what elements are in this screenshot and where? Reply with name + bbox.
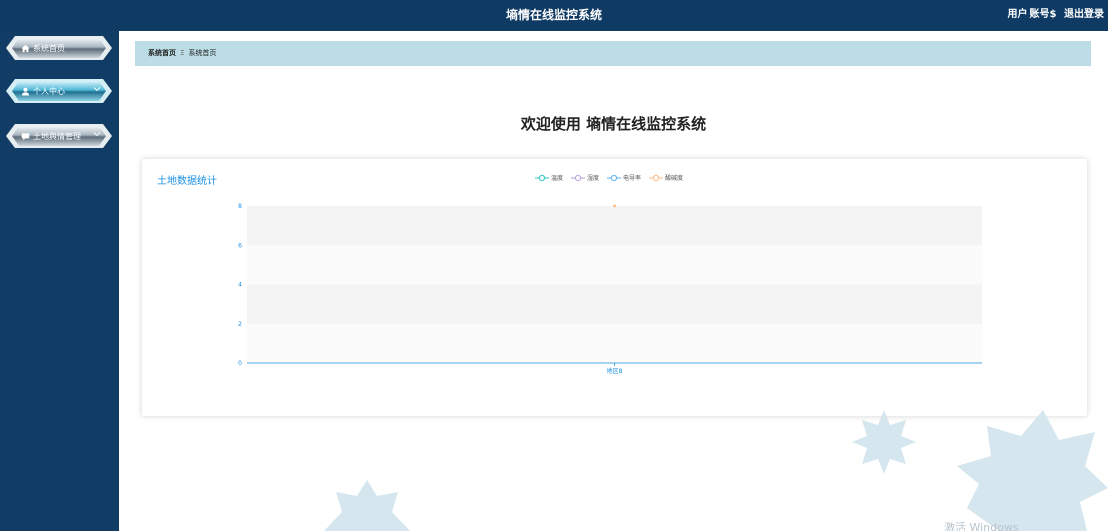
legend-label: 温度 bbox=[551, 175, 564, 182]
sidebar-item-label: 系统首页 bbox=[33, 43, 65, 53]
breadcrumb-home-link[interactable]: 系统首页 bbox=[148, 49, 176, 57]
windows-activation-watermark: 激活 Windows bbox=[944, 521, 1019, 531]
legend-label: 酸碱度 bbox=[665, 175, 684, 182]
decorative-star-shape bbox=[324, 480, 410, 531]
grid-band bbox=[247, 323, 982, 363]
welcome-heading: 欢迎使用 墒情在线监控系统 bbox=[520, 115, 707, 133]
app-title: 墒情在线监控系统 bbox=[505, 8, 602, 22]
grid-band bbox=[247, 245, 982, 285]
chevron-down-icon bbox=[93, 132, 101, 137]
y-tick-label: 0 bbox=[238, 360, 242, 367]
sidebar-item-profile[interactable]: 个人中心 bbox=[6, 76, 112, 106]
y-tick-label: 8 bbox=[238, 203, 242, 210]
breadcrumb: 系统首页 Ξ 系统首页 bbox=[135, 41, 1091, 66]
data-point-酸碱度 bbox=[613, 204, 616, 208]
legend-item[interactable]: 酸碱度 bbox=[649, 173, 683, 182]
message-icon bbox=[20, 131, 30, 141]
y-tick-label: 2 bbox=[238, 321, 242, 328]
user-label: 用户 bbox=[1007, 9, 1028, 20]
grid-band bbox=[247, 206, 982, 246]
stats-panel: 0 2 4 6 8 地区8 土地数据统计 温度 湿度 电导率 酸碱度 bbox=[142, 159, 1087, 416]
line-chart: 0 2 4 6 8 地区8 bbox=[238, 203, 982, 375]
decorative-star-shape bbox=[852, 410, 916, 474]
sidebar: 系统首页 个人中心 土地舆情管理 bbox=[0, 31, 119, 531]
legend-item[interactable]: 湿度 bbox=[571, 173, 599, 182]
grid-band bbox=[247, 284, 982, 324]
x-tick-label: 地区8 bbox=[607, 367, 623, 375]
legend-item[interactable]: 温度 bbox=[535, 173, 563, 182]
legend-marker-icon bbox=[535, 174, 549, 181]
breadcrumb-current: 系统首页 bbox=[188, 49, 217, 57]
decorative-star-shape bbox=[957, 410, 1108, 531]
y-tick-label: 4 bbox=[238, 282, 242, 289]
legend-marker-icon bbox=[649, 174, 664, 181]
user-icon bbox=[20, 86, 30, 96]
sidebar-item-label: 土地舆情管理 bbox=[33, 131, 81, 141]
chart-legend: 温度 湿度 电导率 酸碱度 bbox=[535, 173, 691, 182]
y-tick-label: 6 bbox=[238, 242, 242, 249]
legend-marker-icon bbox=[607, 174, 622, 181]
logout-button[interactable]: 退出登录 bbox=[1064, 9, 1104, 20]
top-bar: 墒情在线监控系统 用户 账号$ 退出登录 bbox=[0, 0, 1108, 31]
panel-title: 土地数据统计 bbox=[157, 176, 217, 187]
legend-item[interactable]: 电导率 bbox=[607, 173, 641, 182]
sidebar-item-home[interactable]: 系统首页 bbox=[6, 33, 112, 63]
sidebar-item-label: 个人中心 bbox=[33, 86, 65, 96]
chevron-down-icon bbox=[93, 87, 101, 92]
sidebar-item-land-sentiment[interactable]: 土地舆情管理 bbox=[6, 121, 112, 151]
account-label[interactable]: 账号$ bbox=[1030, 9, 1057, 20]
home-icon bbox=[20, 43, 30, 53]
legend-label: 湿度 bbox=[587, 175, 600, 182]
breadcrumb-separator: Ξ bbox=[180, 49, 185, 57]
user-area: 用户 账号$ 退出登录 bbox=[1004, 0, 1104, 31]
legend-marker-icon bbox=[571, 174, 586, 181]
legend-label: 电导率 bbox=[623, 175, 642, 182]
